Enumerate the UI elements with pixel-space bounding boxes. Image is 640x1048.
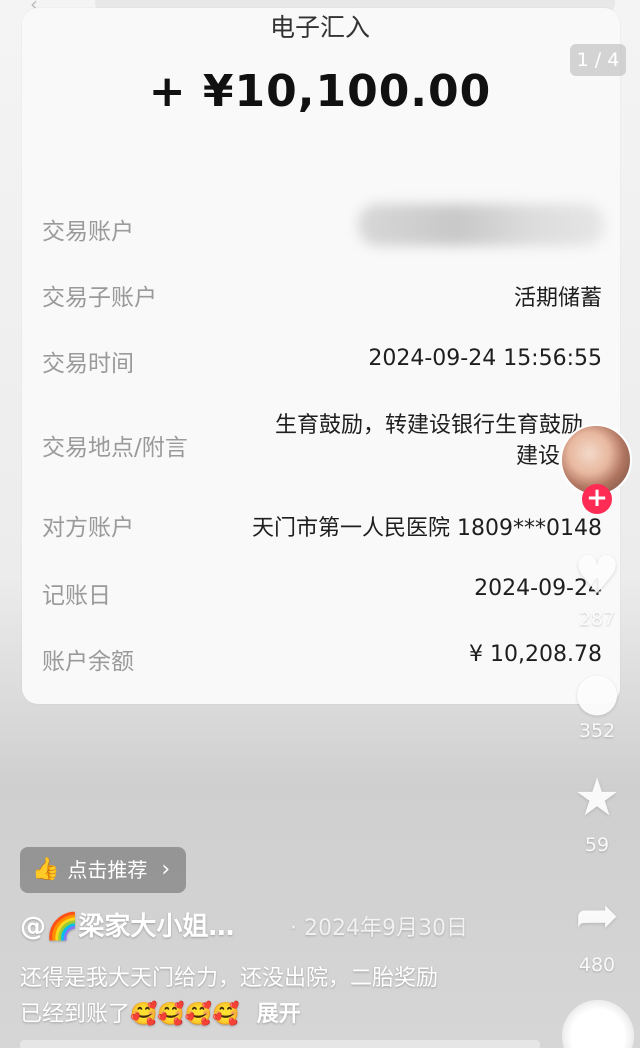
row-label-subaccount: 交易子账户 bbox=[42, 285, 157, 311]
row-label-time: 交易时间 bbox=[42, 351, 134, 377]
caption-text: 已经到账了🥰🥰🥰🥰 bbox=[20, 1002, 240, 1027]
favorite-count: 59 bbox=[584, 834, 610, 856]
share-count: 480 bbox=[578, 954, 616, 976]
post-date: · 2024年9月30日 bbox=[290, 916, 468, 941]
row-label-account: 交易账户 bbox=[42, 219, 134, 245]
row-value-time: 2024-09-24 15:56:55 bbox=[368, 346, 602, 371]
blurred-account-number bbox=[358, 204, 604, 246]
caption-line-2: 已经到账了🥰🥰🥰🥰 展开 bbox=[20, 996, 560, 1028]
row-value-location: 生育鼓励，转建设银行生育鼓励， 建设 bbox=[210, 410, 605, 472]
music-disc-icon[interactable] bbox=[562, 1000, 634, 1048]
row-value-subaccount: 活期储蓄 bbox=[513, 286, 602, 311]
row-label-counterparty: 对方账户 bbox=[42, 515, 134, 541]
comment-icon[interactable]: ● bbox=[566, 664, 628, 720]
recommend-label: 点击推荐 bbox=[67, 858, 148, 882]
chevron-right-icon: › bbox=[161, 857, 171, 882]
amount-value: + ¥10,100.00 bbox=[148, 66, 492, 117]
comment-count: 352 bbox=[578, 720, 616, 742]
bottom-strip bbox=[20, 1040, 540, 1048]
plus-icon[interactable]: + bbox=[582, 484, 612, 514]
location-line-2: 建设 bbox=[515, 444, 560, 469]
like-count: 287 bbox=[578, 608, 616, 630]
row-label-balance: 账户余额 bbox=[42, 649, 134, 675]
recommend-button[interactable]: 👍 点击推荐 › bbox=[20, 847, 186, 893]
row-label-posting-date: 记账日 bbox=[42, 583, 111, 609]
page-title: 电子汇入 bbox=[269, 13, 370, 42]
thumbs-up-icon: 👍 bbox=[32, 857, 60, 882]
star-icon[interactable]: ★ bbox=[566, 770, 628, 826]
share-icon[interactable]: ➦ bbox=[566, 888, 628, 944]
expand-button[interactable]: 展开 bbox=[257, 1002, 301, 1027]
row-value-counterparty: 天门市第一人民医院 1809***0148 bbox=[252, 516, 602, 541]
row-label-location: 交易地点/附言 bbox=[42, 435, 188, 461]
caption-line-1: 还得是我大天门给力，还没出院，二胎奖励 bbox=[20, 966, 439, 991]
heart-icon[interactable]: ♥ bbox=[566, 548, 628, 604]
author-name[interactable]: @🌈梁家大小姐… bbox=[20, 906, 234, 943]
location-line-1: 生育鼓励，转建设银行生育鼓励， bbox=[274, 413, 605, 438]
